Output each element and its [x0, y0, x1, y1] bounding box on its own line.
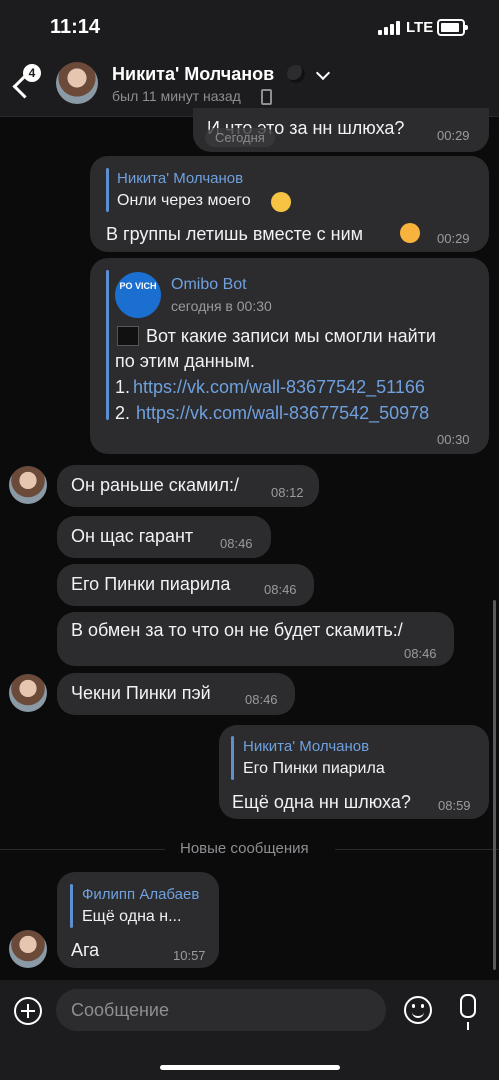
message-text: Его Пинки пиарила — [71, 574, 231, 594]
contact-last-seen: был 11 минут назад — [112, 88, 241, 104]
reply-bar — [231, 736, 234, 780]
sender-avatar[interactable] — [9, 466, 47, 504]
message-time: 08:46 — [404, 646, 437, 661]
smile-emoji-icon — [271, 192, 291, 212]
bomb-emoji-icon — [287, 65, 305, 83]
divider-line — [335, 849, 499, 850]
message-time: 08:12 — [271, 485, 304, 500]
message-time: 00:29 — [437, 231, 470, 246]
contact-avatar[interactable] — [56, 62, 98, 104]
reply-text[interactable]: Онли через моего — [117, 192, 251, 210]
message-text: Ага — [71, 940, 100, 960]
mobile-device-icon — [261, 89, 272, 105]
reply-author[interactable]: Филипп Алабаев — [82, 886, 199, 903]
divider-line — [0, 849, 165, 850]
sender-avatar[interactable] — [9, 674, 47, 712]
scrollbar[interactable] — [493, 600, 496, 970]
message-time: 08:46 — [220, 536, 253, 551]
unread-count-badge: 4 — [23, 64, 41, 82]
emoji-smile-icon[interactable] — [404, 996, 432, 1024]
composer — [0, 980, 499, 1080]
network-label: LTE — [406, 19, 434, 36]
message-time: 08:46 — [264, 582, 297, 597]
home-indicator — [160, 1065, 340, 1070]
status-time: 11:14 — [50, 16, 101, 38]
bot-text-line: по этим данным. — [115, 351, 255, 371]
link-number: 2. — [115, 403, 131, 423]
bot-text-line: Вот какие записи мы смогли найти — [146, 326, 436, 346]
reply-text[interactable]: Его Пинки пиарила — [243, 760, 385, 778]
contact-name[interactable]: Никита' Молчанов — [112, 64, 274, 85]
reply-author[interactable]: Никита' Молчанов — [117, 170, 243, 187]
kiss-emoji-icon — [400, 223, 420, 243]
forward-bar — [106, 270, 109, 420]
reply-author[interactable]: Никита' Молчанов — [243, 738, 369, 755]
message-text: Ещё одна нн шлюха? — [232, 792, 411, 812]
reply-bar — [106, 168, 109, 212]
sender-avatar[interactable] — [9, 930, 47, 968]
bot-avatar[interactable]: PO VICH — [115, 272, 161, 318]
message-time: 08:59 — [438, 798, 471, 813]
message-text: В обмен за то что он не будет скамить:/ — [71, 620, 403, 640]
message-time: 08:46 — [245, 692, 278, 707]
message-text: В группы летишь вместе с ним — [106, 224, 364, 244]
message-time: 00:30 — [437, 432, 470, 447]
new-messages-divider: Новые сообщения — [180, 840, 309, 857]
battery-icon — [437, 19, 468, 36]
message-time: 10:57 — [173, 948, 206, 963]
pirate-flag-icon — [117, 326, 139, 346]
message-text: Он щас гарант — [71, 526, 194, 546]
vk-link[interactable]: https://vk.com/wall-83677542_51166 — [133, 377, 425, 398]
reply-text[interactable]: Ещё одна н... — [82, 908, 181, 926]
bot-timestamp: сегодня в 00:30 — [171, 298, 272, 314]
signal-icon — [378, 21, 402, 35]
message-text: Он раньше скамил:/ — [71, 475, 239, 495]
status-bar: 11:14 LTE — [0, 0, 499, 56]
bot-name[interactable]: Omibo Bot — [171, 276, 247, 294]
message-text: Чекни Пинки пэй — [71, 683, 211, 703]
chevron-down-icon[interactable] — [315, 65, 331, 81]
attach-plus-icon[interactable] — [14, 997, 42, 1025]
reply-bar — [70, 884, 73, 928]
vk-link[interactable]: https://vk.com/wall-83677542_50978 — [136, 403, 429, 424]
message-input[interactable] — [56, 989, 386, 1031]
message-time: 00:29 — [437, 128, 470, 143]
microphone-icon[interactable] — [460, 994, 476, 1030]
link-number: 1. — [115, 377, 131, 397]
date-chip: Сегодня — [205, 128, 275, 147]
